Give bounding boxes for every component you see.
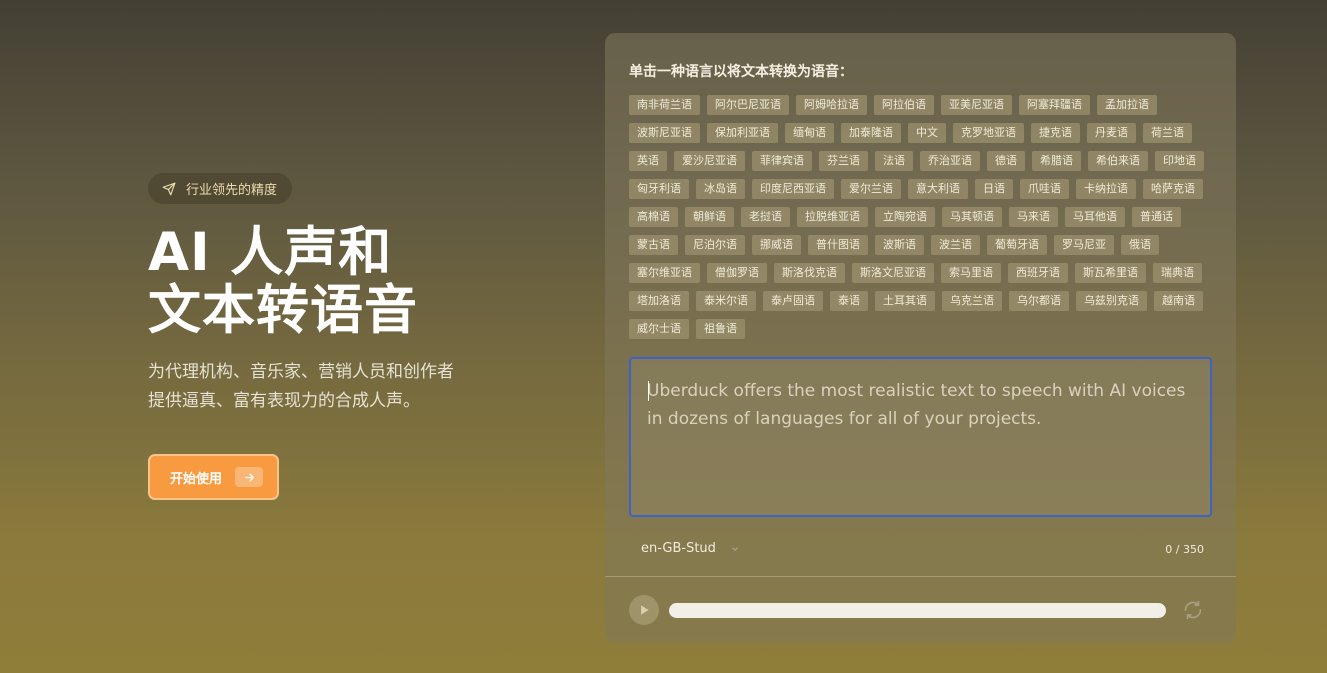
language-chip[interactable]: 马来语 — [1009, 207, 1058, 227]
language-chip[interactable]: 乌克兰语 — [942, 291, 1002, 311]
language-chip[interactable]: 马耳他语 — [1065, 207, 1125, 227]
language-chip[interactable]: 中文 — [908, 123, 946, 143]
tts-text: Uberduck offers the most realistic text … — [647, 381, 1186, 429]
language-chip[interactable]: 西班牙语 — [1008, 263, 1068, 283]
character-count: 0 / 350 — [1165, 543, 1204, 556]
voice-select[interactable]: en-GB-Stud — [641, 541, 740, 556]
language-chip[interactable]: 保加利亚语 — [707, 123, 778, 143]
language-chip[interactable]: 波兰语 — [931, 235, 980, 255]
title-line-1: AI 人声和 — [148, 222, 393, 283]
language-chip[interactable]: 波斯尼亚语 — [629, 123, 700, 143]
language-chip[interactable]: 印度尼西亚语 — [752, 179, 834, 199]
language-chip[interactable]: 匈牙利语 — [629, 179, 689, 199]
language-chip[interactable]: 亚美尼亚语 — [941, 95, 1012, 115]
badge-label: 行业领先的精度 — [186, 183, 278, 198]
language-chip[interactable]: 阿尔巴尼亚语 — [707, 95, 789, 115]
language-chip[interactable]: 普什图语 — [808, 235, 868, 255]
hero-description: 为代理机构、音乐家、营销人员和创作者提供逼真、富有表现力的合成人声。 — [148, 362, 454, 411]
language-chip[interactable]: 缅甸语 — [785, 123, 834, 143]
language-chip[interactable]: 葡萄牙语 — [987, 235, 1047, 255]
language-chip[interactable]: 泰卢固语 — [763, 291, 823, 311]
language-chip[interactable]: 普通话 — [1132, 207, 1181, 227]
tts-demo-panel: 单击一种语言以将文本转换为语音： 南非荷兰语 阿尔巴尼亚语 阿姆哈拉语 阿拉伯语 亚美尼… — [605, 33, 1236, 643]
language-chip[interactable]: 克罗地亚语 — [953, 123, 1024, 143]
language-chip[interactable]: 爱沙尼亚语 — [674, 151, 745, 171]
language-chip[interactable]: 丹麦语 — [1087, 123, 1136, 143]
title-line-2: 文本转语音 — [148, 280, 418, 341]
get-started-button[interactable]: 开始使用 — [148, 454, 280, 500]
language-chip[interactable]: 高棉语 — [629, 207, 678, 227]
play-button[interactable] — [629, 595, 659, 625]
page-title: AI 人声和 文本转语音 — [148, 224, 528, 340]
tts-text-input[interactable]: Uberduck offers the most realistic text … — [629, 357, 1212, 517]
language-chip[interactable]: 俄语 — [1121, 235, 1159, 255]
get-started-label: 开始使用 — [170, 471, 223, 487]
language-chip[interactable]: 立陶宛语 — [875, 207, 935, 227]
language-chip[interactable]: 荷兰语 — [1143, 123, 1192, 143]
language-chip[interactable]: 乌尔都语 — [1009, 291, 1069, 311]
language-chip[interactable]: 爱尔兰语 — [841, 179, 901, 199]
voice-select-value: en-GB-Stud — [641, 541, 716, 556]
language-chip[interactable]: 越南语 — [1154, 291, 1203, 311]
language-chip[interactable]: 波斯语 — [875, 235, 924, 255]
language-chip[interactable]: 土耳其语 — [875, 291, 935, 311]
audio-progress-bar[interactable] — [669, 603, 1166, 618]
language-chip[interactable]: 印地语 — [1155, 151, 1204, 171]
language-chip[interactable]: 爪哇语 — [1020, 179, 1069, 199]
arrow-right-icon — [235, 467, 264, 487]
language-chip[interactable]: 塞尔维亚语 — [629, 263, 700, 283]
language-chip[interactable]: 马其顿语 — [942, 207, 1002, 227]
language-chip[interactable]: 泰米尔语 — [696, 291, 756, 311]
language-chip[interactable]: 南非荷兰语 — [629, 95, 700, 115]
send-icon — [162, 182, 176, 195]
language-chip[interactable]: 日语 — [975, 179, 1013, 199]
language-chip[interactable]: 僧伽罗语 — [707, 263, 767, 283]
language-chip[interactable]: 阿塞拜疆语 — [1019, 95, 1090, 115]
language-chip[interactable]: 瑞典语 — [1153, 263, 1202, 283]
language-chip[interactable]: 乔治亚语 — [920, 151, 980, 171]
language-chip[interactable]: 孟加拉语 — [1097, 95, 1157, 115]
language-chip[interactable]: 加泰隆语 — [841, 123, 901, 143]
language-chip[interactable]: 卡纳拉语 — [1076, 179, 1136, 199]
language-chip[interactable]: 塔加洛语 — [629, 291, 689, 311]
language-chip[interactable]: 祖鲁语 — [696, 319, 745, 339]
language-chip[interactable]: 乌兹别克语 — [1076, 291, 1147, 311]
language-chip[interactable]: 朝鲜语 — [685, 207, 734, 227]
language-chip[interactable]: 捷克语 — [1031, 123, 1080, 143]
language-chip[interactable]: 菲律宾语 — [752, 151, 812, 171]
precision-badge: 行业领先的精度 — [148, 173, 293, 204]
language-chip[interactable]: 斯洛伐克语 — [774, 263, 845, 283]
language-chip[interactable]: 尼泊尔语 — [685, 235, 745, 255]
panel-title: 单击一种语言以将文本转换为语音： — [629, 64, 853, 80]
panel-divider — [605, 576, 1236, 577]
language-chip[interactable]: 威尔士语 — [629, 319, 689, 339]
play-icon — [641, 605, 649, 615]
chevron-down-icon — [731, 546, 738, 551]
language-chip[interactable]: 斯洛文尼亚语 — [852, 263, 934, 283]
language-chip[interactable]: 阿拉伯语 — [874, 95, 934, 115]
language-chip[interactable]: 索马里语 — [941, 263, 1001, 283]
hero-section: 行业领先的精度 AI 人声和 文本转语音 为代理机构、音乐家、营销人员和创作者提… — [148, 173, 528, 500]
refresh-icon[interactable] — [1183, 600, 1203, 620]
language-chip[interactable]: 泰语 — [830, 291, 868, 311]
language-chip[interactable]: 英语 — [629, 151, 667, 171]
language-chip[interactable]: 斯瓦希里语 — [1075, 263, 1146, 283]
language-chip[interactable]: 蒙古语 — [629, 235, 678, 255]
language-chip[interactable]: 冰岛语 — [696, 179, 745, 199]
language-chip[interactable]: 希腊语 — [1032, 151, 1081, 171]
language-chip[interactable]: 法语 — [875, 151, 913, 171]
language-chip[interactable]: 阿姆哈拉语 — [796, 95, 867, 115]
language-chip[interactable]: 德语 — [987, 151, 1025, 171]
text-caret — [648, 381, 649, 401]
language-chip[interactable]: 希伯来语 — [1088, 151, 1148, 171]
language-chip[interactable]: 意大利语 — [908, 179, 968, 199]
language-chip[interactable]: 挪威语 — [752, 235, 801, 255]
language-chip[interactable]: 芬兰语 — [819, 151, 868, 171]
language-chip[interactable]: 罗马尼亚 — [1054, 235, 1114, 255]
language-chip[interactable]: 老挝语 — [741, 207, 790, 227]
language-chip[interactable]: 拉脱维亚语 — [797, 207, 868, 227]
language-list: 南非荷兰语 阿尔巴尼亚语 阿姆哈拉语 阿拉伯语 亚美尼亚语 阿塞拜疆语 孟加拉语波斯尼亚语保… — [629, 95, 1219, 339]
language-chip[interactable]: 哈萨克语 — [1143, 179, 1203, 199]
